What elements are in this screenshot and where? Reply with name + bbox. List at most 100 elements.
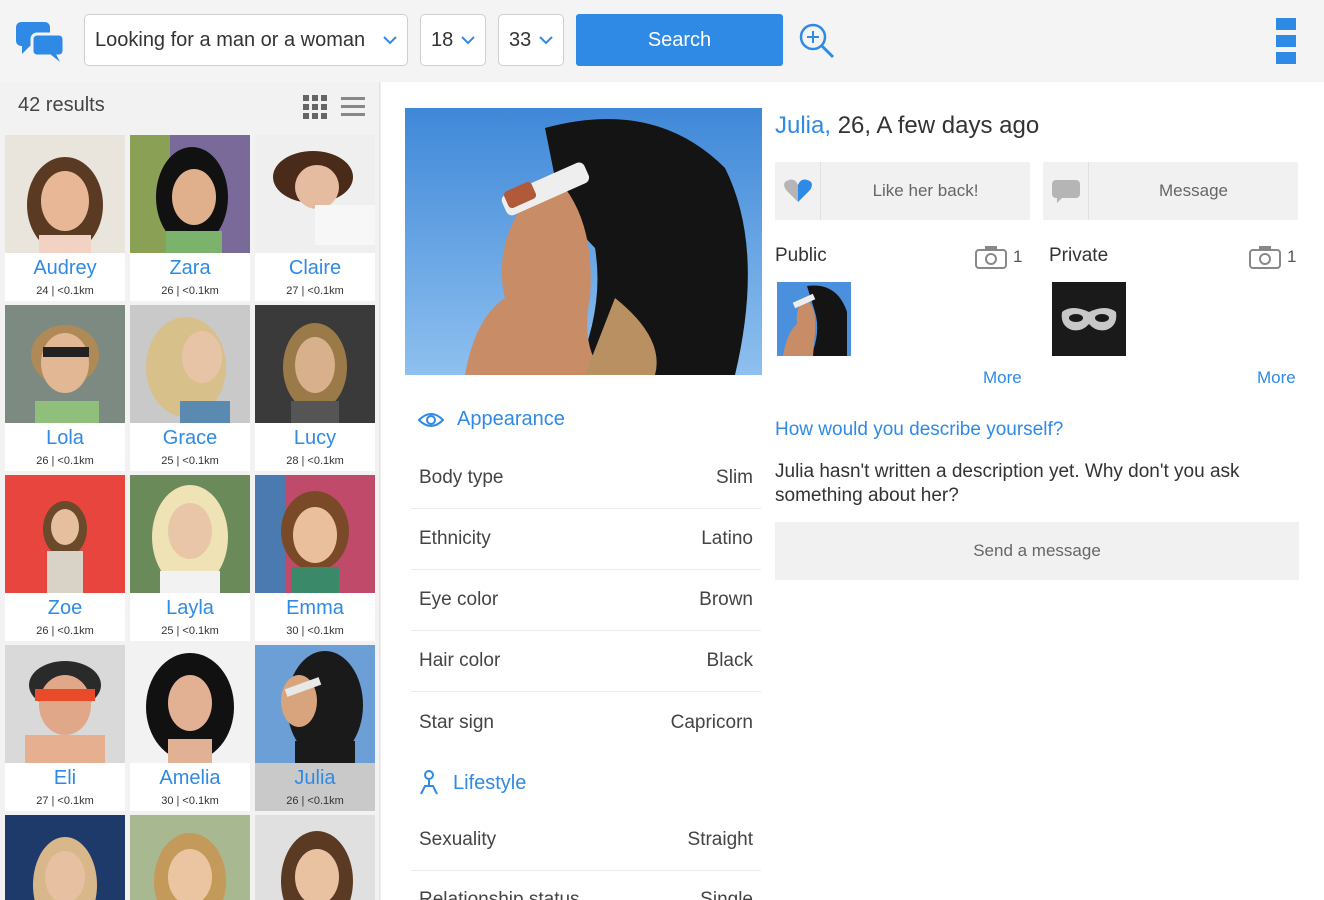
attribute-label: Body type [419, 467, 504, 488]
profile-card[interactable]: Lola 26 | <0.1km [5, 305, 125, 471]
profile-card[interactable]: Eli 27 | <0.1km [5, 645, 125, 811]
profile-card[interactable]: Zara 26 | <0.1km [130, 135, 250, 301]
attribute-label: Sexuality [419, 829, 497, 850]
attribute-value: Straight [687, 829, 753, 850]
profile-card[interactable]: Claire 27 | <0.1km [255, 135, 375, 301]
overflow-menu-icon[interactable] [1276, 18, 1296, 64]
gender-select[interactable]: Looking for a man or a woman [84, 14, 408, 66]
profile-name: Amelia [159, 767, 221, 789]
profile-meta: 25 | <0.1km [161, 455, 219, 467]
profile-meta: 30 | <0.1km [161, 795, 219, 807]
attribute-row: Eye color Brown [411, 570, 761, 631]
advanced-search-icon[interactable] [798, 22, 836, 60]
top-bar: Looking for a man or a woman 18 33 Searc… [0, 0, 1324, 82]
chevron-down-icon [461, 36, 475, 45]
profile-name: Grace [162, 427, 218, 449]
like-back-button[interactable]: Like her back! [775, 162, 1030, 220]
profile-name-link[interactable]: Julia, [775, 112, 831, 139]
profile-photo [5, 135, 125, 253]
profile-meta: 26 | <0.1km [161, 285, 219, 297]
public-more-link[interactable]: More [983, 368, 1022, 388]
profile-name: Zoe [47, 597, 83, 619]
age-max-select[interactable]: 33 [498, 14, 564, 66]
profile-photo [255, 305, 375, 423]
profile-meta: 26 | <0.1km [36, 625, 94, 637]
attribute-row: Relationship status Single [411, 871, 761, 900]
chat-bubble-icon [1051, 180, 1080, 203]
chevron-down-icon [539, 36, 553, 45]
profile-card[interactable]: Grace 25 | <0.1km [130, 305, 250, 471]
profile-name: Emma [286, 597, 344, 619]
profile-title: Julia, 26, A few days ago [775, 112, 1039, 140]
profile-card[interactable] [130, 815, 250, 900]
results-count: 42 results [18, 94, 105, 116]
attribute-value: Latino [701, 528, 753, 549]
age-min-select[interactable]: 18 [420, 14, 486, 66]
profile-card[interactable]: Layla 25 | <0.1km [130, 475, 250, 641]
profile-photo [255, 815, 375, 900]
private-more-link[interactable]: More [1257, 368, 1296, 388]
profile-meta: 27 | <0.1km [36, 795, 94, 807]
chat-logo-icon[interactable] [14, 20, 66, 64]
profile-photo [5, 305, 125, 423]
age-min-value: 18 [431, 28, 454, 51]
attribute-value: Black [706, 650, 753, 671]
private-album-label: Private [1049, 245, 1109, 266]
results-panel: 42 results Audrey 24 | <0.1km Zara 26 | … [0, 82, 380, 900]
profile-name: Julia [294, 767, 336, 789]
attribute-label: Hair color [419, 650, 501, 671]
private-photo-mask-icon[interactable] [1052, 282, 1126, 356]
grid-view-icon[interactable] [302, 94, 328, 120]
profile-name: Eli [53, 767, 77, 789]
attribute-row: Hair color Black [411, 631, 761, 692]
attribute-value: Capricorn [670, 711, 753, 733]
profile-name: Claire [288, 257, 342, 279]
search-button[interactable]: Search [576, 14, 783, 66]
attribute-row: Star sign Capricorn [411, 692, 761, 753]
profile-card-selected[interactable]: Julia 26 | <0.1km [255, 645, 375, 811]
description-question: How would you describe yourself? [775, 419, 1064, 440]
profile-card[interactable]: Emma 30 | <0.1km [255, 475, 375, 641]
profile-photo [130, 475, 250, 593]
lifestyle-icon [420, 770, 438, 795]
attribute-label: Star sign [419, 711, 494, 733]
eye-icon [417, 412, 445, 427]
appearance-label: Appearance [457, 408, 565, 430]
private-photo-count: 1 [1249, 245, 1296, 269]
profile-photo [255, 135, 375, 253]
attribute-label: Relationship status [419, 889, 580, 900]
appearance-header[interactable]: Appearance [417, 408, 565, 431]
profile-photo [130, 135, 250, 253]
profile-card[interactable] [5, 815, 125, 900]
attribute-value: Brown [699, 589, 753, 610]
chevron-down-icon [383, 36, 397, 45]
age-max-value: 33 [509, 28, 532, 51]
profile-card[interactable]: Zoe 26 | <0.1km [5, 475, 125, 641]
profile-name: Audrey [33, 257, 97, 279]
like-back-label: Like her back! [872, 181, 979, 200]
send-message-button[interactable]: Send a message [775, 522, 1299, 580]
list-view-icon[interactable] [340, 96, 366, 118]
profile-name: Layla [166, 597, 214, 619]
profile-photo [5, 815, 125, 900]
public-photo-thumbnail[interactable] [777, 282, 851, 356]
message-button[interactable]: Message [1043, 162, 1298, 220]
public-photo-count: 1 [975, 245, 1022, 269]
lifestyle-header[interactable]: Lifestyle [417, 770, 526, 796]
gender-select-value: Looking for a man or a woman [95, 28, 366, 51]
profile-main-photo[interactable] [405, 108, 762, 375]
profile-card[interactable]: Audrey 24 | <0.1km [5, 135, 125, 301]
profile-card[interactable] [255, 815, 375, 900]
profile-panel: Appearance Body type Slim Ethnicity Lati… [381, 82, 1324, 900]
profile-card[interactable]: Amelia 30 | <0.1km [130, 645, 250, 811]
description-text: Julia hasn't written a description yet. … [775, 461, 1240, 506]
attribute-value: Single [700, 889, 753, 900]
attribute-label: Eye color [419, 589, 499, 610]
profile-meta: 24 | <0.1km [36, 285, 94, 297]
profile-meta: 30 | <0.1km [286, 625, 344, 637]
profile-name: Lucy [293, 427, 337, 449]
profile-name: Lola [46, 427, 84, 449]
profile-photo [130, 815, 250, 900]
profile-title-rest: 26, A few days ago [831, 112, 1040, 139]
profile-card[interactable]: Lucy 28 | <0.1km [255, 305, 375, 471]
